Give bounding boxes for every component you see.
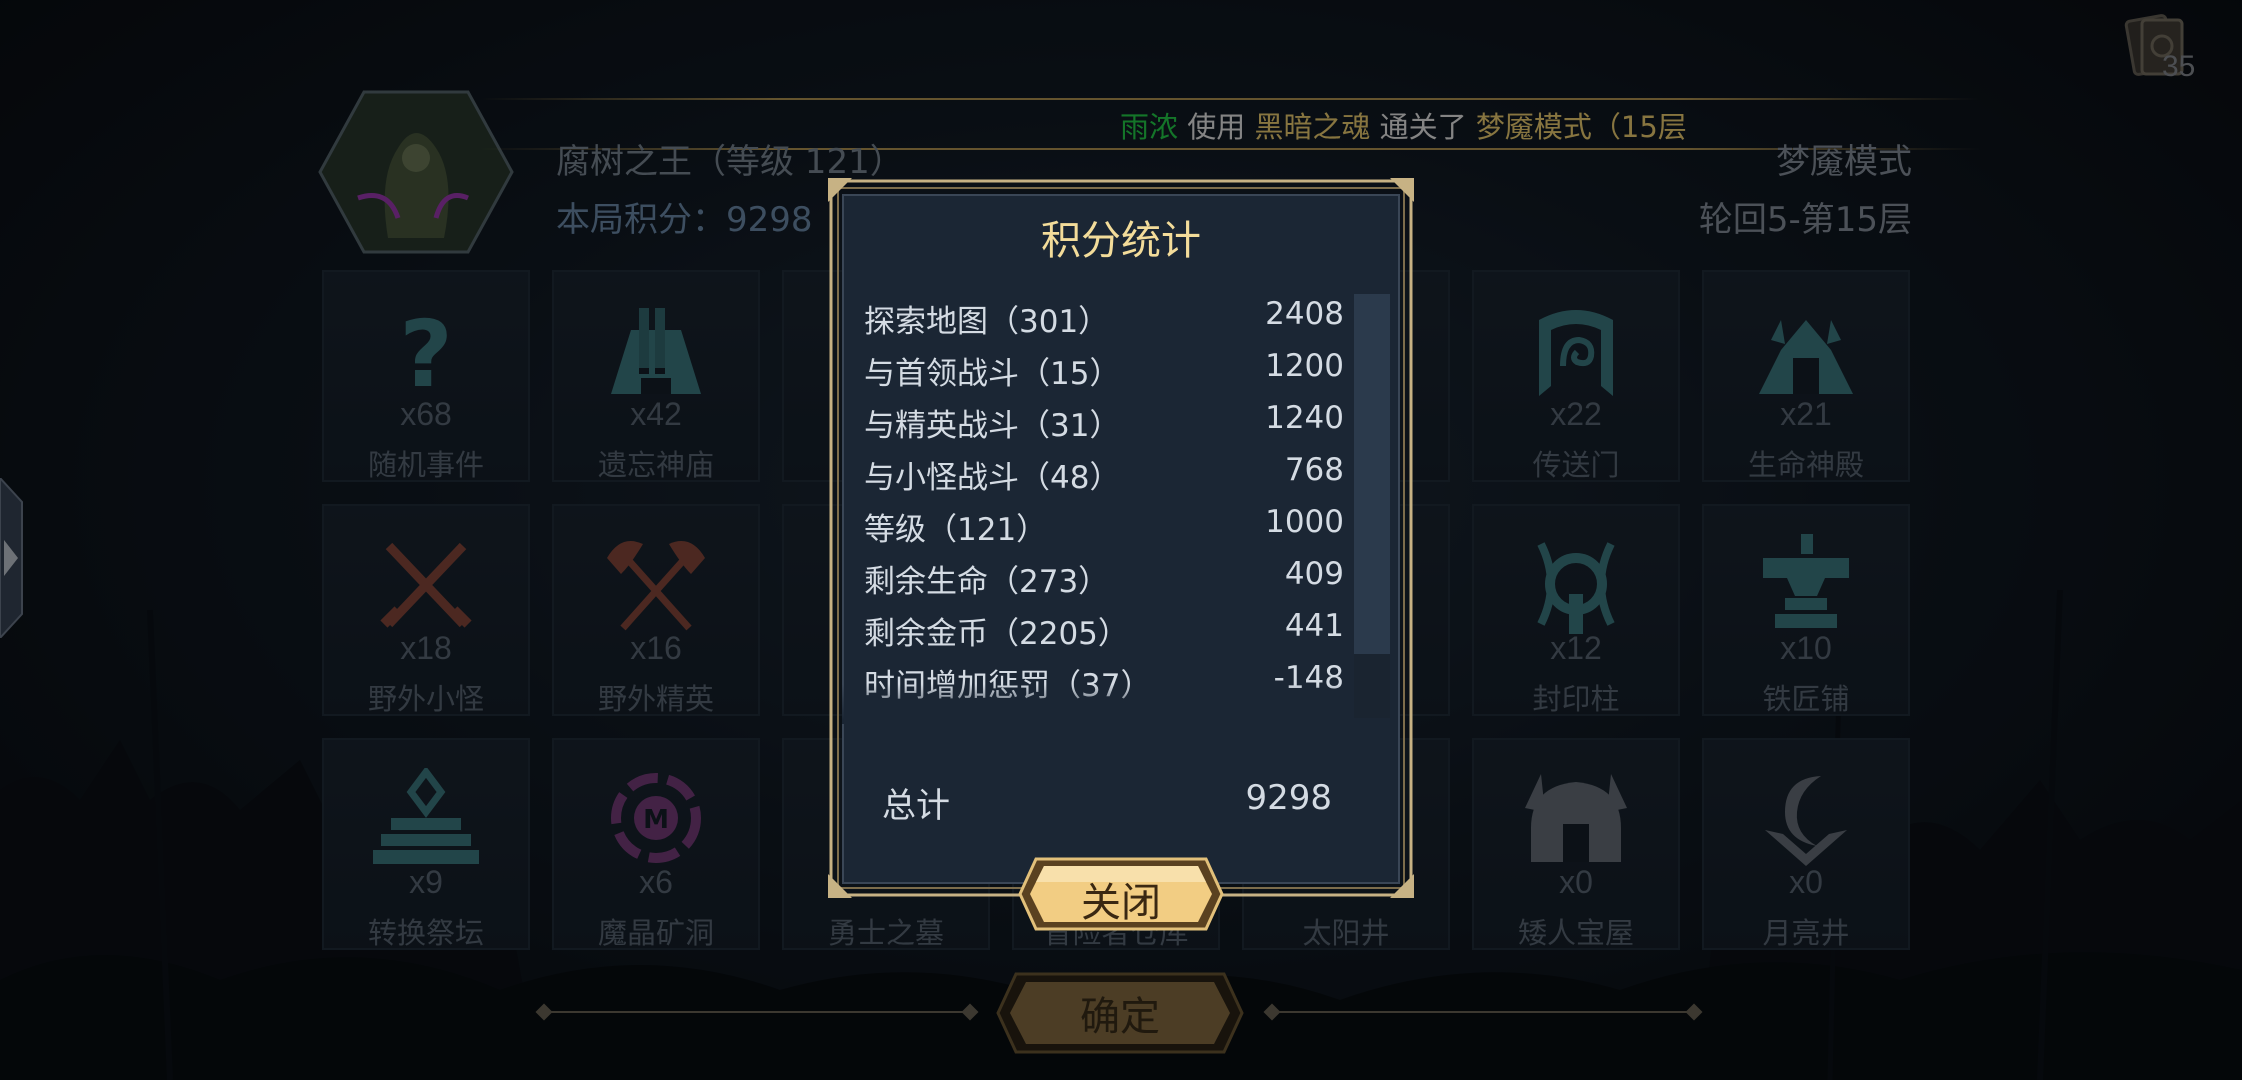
- score-row-value: 2408: [1265, 296, 1344, 332]
- score-list[interactable]: 探索地图（301） 2408 与首领战斗（15） 1200 与精英战斗（31） 1240 与…: [864, 290, 1344, 718]
- score-row: 与首领战斗（15） 1200: [864, 342, 1344, 394]
- score-row-name: 与首领战斗（15）: [864, 356, 1121, 392]
- total-label: 总计: [882, 786, 950, 826]
- score-list-fade: [842, 684, 1342, 724]
- score-row-value: 1200: [1265, 348, 1344, 384]
- score-row-name: 剩余生命（273）: [864, 564, 1110, 600]
- score-row: 剩余金币（2205） 441: [864, 602, 1344, 654]
- score-row: 等级（121） 1000: [864, 498, 1344, 550]
- score-scrollbar-thumb[interactable]: [1354, 294, 1390, 654]
- total-value: 9298: [1245, 778, 1332, 818]
- score-row: 与精英战斗（31） 1240: [864, 394, 1344, 446]
- score-row-value: 441: [1284, 608, 1344, 644]
- score-row-value: 409: [1284, 556, 1344, 592]
- score-row: 与小怪战斗（48） 768: [864, 446, 1344, 498]
- score-row-name: 与精英战斗（31）: [864, 408, 1121, 444]
- close-label: 关闭: [1081, 880, 1161, 926]
- score-row-value: 1000: [1265, 504, 1344, 540]
- score-row-name: 探索地图（301）: [864, 304, 1110, 340]
- dialog-title: 积分统计: [1041, 218, 1201, 264]
- score-row-value: 768: [1284, 452, 1344, 488]
- score-row: 剩余生命（273） 409: [864, 550, 1344, 602]
- score-row-name: 与小怪战斗（48）: [864, 460, 1121, 496]
- score-row-name: 剩余金币（2205）: [864, 616, 1129, 652]
- score-row-name: 等级（121）: [864, 512, 1048, 548]
- score-row-value: 1240: [1265, 400, 1344, 436]
- score-row: 探索地图（301） 2408: [864, 290, 1344, 342]
